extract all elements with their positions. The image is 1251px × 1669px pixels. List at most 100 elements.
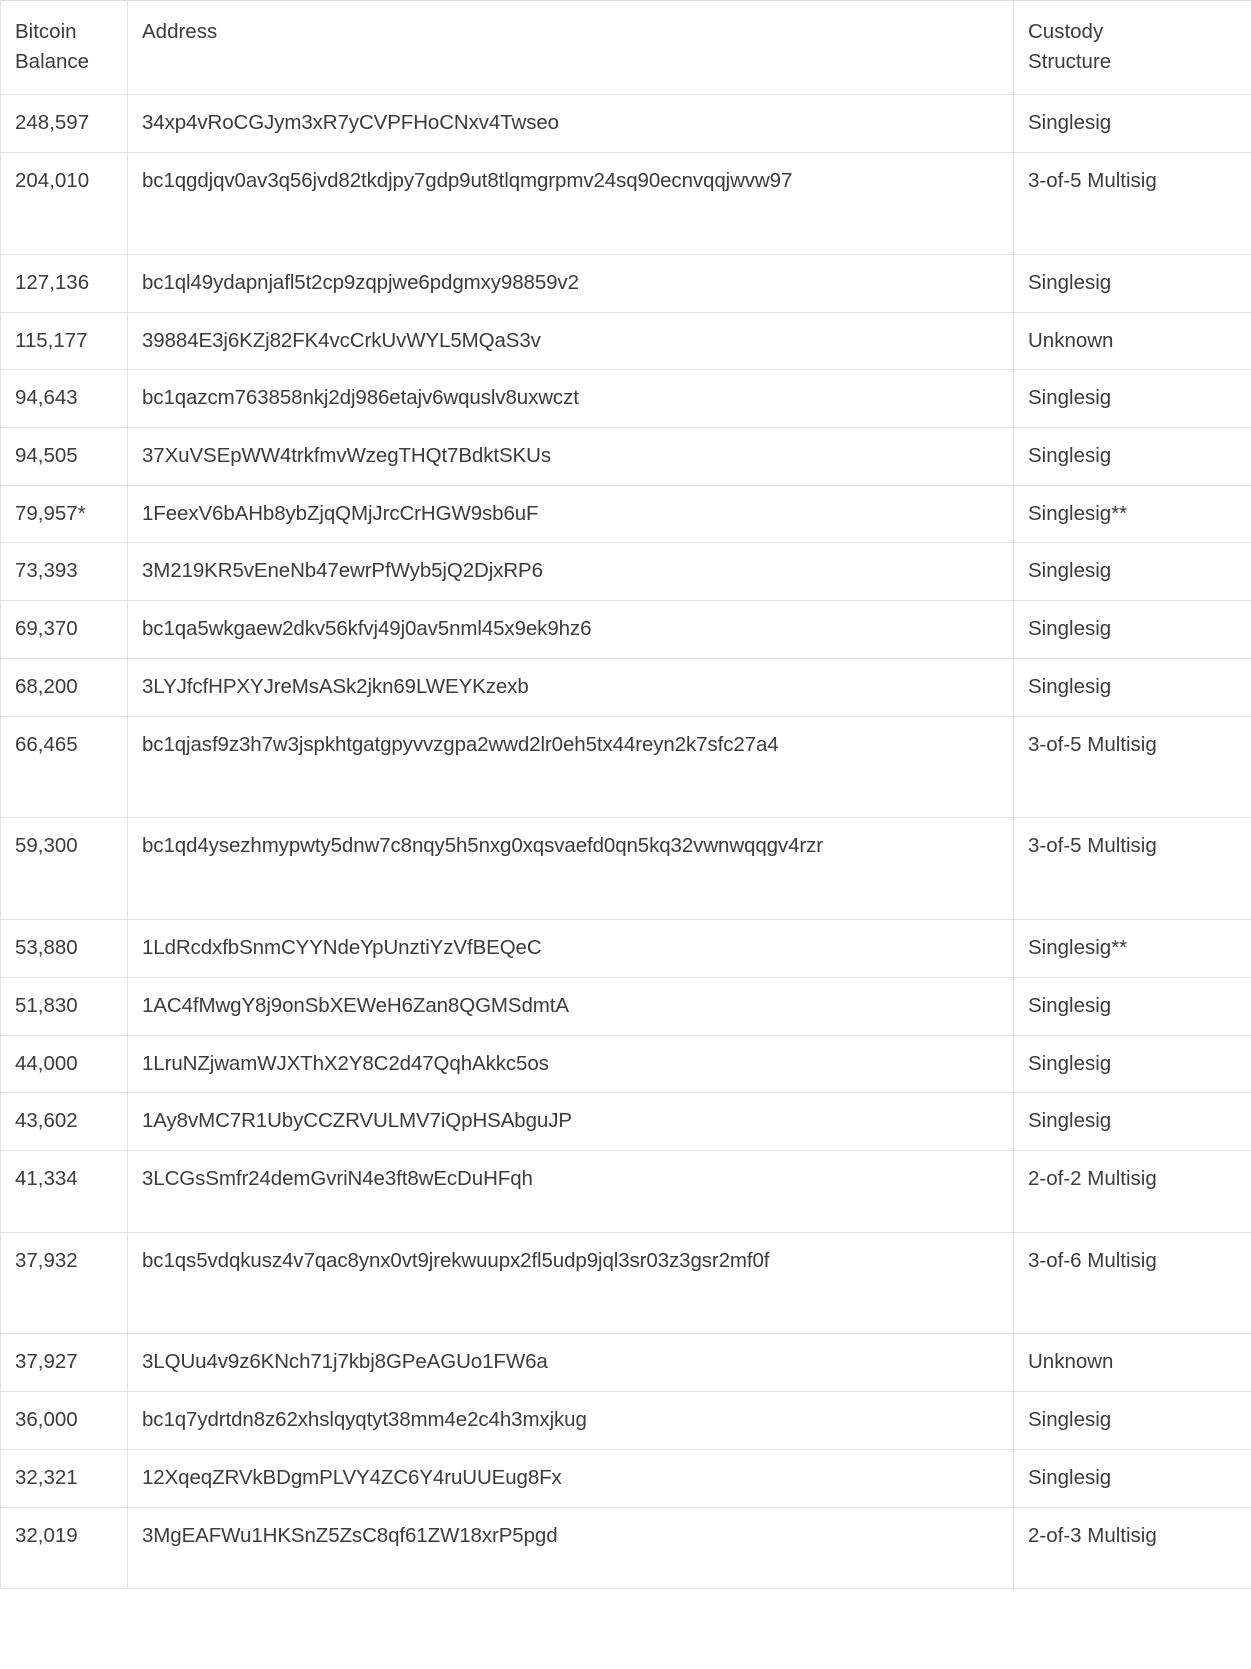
cell-custody-structure: 3-of-5 Multisig: [1014, 818, 1251, 920]
column-header-custody: Custody Structure: [1014, 1, 1251, 95]
cell-address: 3LYJfcfHPXYJreMsASk2jkn69LWEYKzexb: [128, 658, 1014, 716]
cell-address: 39884E3j6KZj82FK4vcCrkUvWYL5MQaS3v: [128, 312, 1014, 370]
cell-custody-structure: 3-of-5 Multisig: [1014, 716, 1251, 818]
cell-address: bc1qazcm763858nkj2dj986etajv6wquslv8uxwc…: [128, 370, 1014, 428]
cell-custody-structure: Singlesig: [1014, 95, 1251, 153]
cell-bitcoin-balance: 94,505: [1, 428, 128, 486]
table-row: 41,3343LCGsSmfr24demGvriN4e3ft8wEcDuHFqh…: [1, 1150, 1251, 1232]
cell-custody-structure: 2-of-2 Multisig: [1014, 1150, 1251, 1232]
cell-custody-structure: Singlesig: [1014, 254, 1251, 312]
table-body: 248,59734xp4vRoCGJym3xR7yCVPFHoCNxv4Twse…: [1, 95, 1251, 1589]
table-row: 73,3933M219KR5vEneNb47ewrPfWyb5jQ2DjxRP6…: [1, 543, 1251, 601]
cell-bitcoin-balance: 68,200: [1, 658, 128, 716]
cell-custody-structure: 3-of-6 Multisig: [1014, 1232, 1251, 1334]
column-header-custody-line2: Structure: [1028, 47, 1237, 77]
cell-bitcoin-balance: 69,370: [1, 601, 128, 659]
cell-bitcoin-balance: 43,602: [1, 1093, 128, 1151]
cell-custody-structure: Singlesig: [1014, 1093, 1251, 1151]
cell-address: bc1qd4ysezhmypwty5dnw7c8nqy5h5nxg0xqsvae…: [128, 818, 1014, 920]
bitcoin-holdings-table-container: Bitcoin Balance Address Custody Structur…: [0, 0, 1251, 1589]
table-header: Bitcoin Balance Address Custody Structur…: [1, 1, 1251, 95]
table-row: 66,465bc1qjasf9z3h7w3jspkhtgatgpyvvzgpa2…: [1, 716, 1251, 818]
cell-bitcoin-balance: 53,880: [1, 920, 128, 978]
column-header-balance-line2: Balance: [15, 47, 113, 77]
table-row: 51,8301AC4fMwgY8j9onSbXEWeH6Zan8QGMSdmtA…: [1, 977, 1251, 1035]
cell-bitcoin-balance: 248,597: [1, 95, 128, 153]
cell-address: bc1qgdjqv0av3q56jvd82tkdjpy7gdp9ut8tlqmg…: [128, 153, 1014, 255]
table-row: 248,59734xp4vRoCGJym3xR7yCVPFHoCNxv4Twse…: [1, 95, 1251, 153]
table-row: 79,957*1FeexV6bAHb8ybZjqQMjJrcCrHGW9sb6u…: [1, 485, 1251, 543]
cell-bitcoin-balance: 37,932: [1, 1232, 128, 1334]
bitcoin-holdings-table: Bitcoin Balance Address Custody Structur…: [0, 0, 1251, 1589]
table-row: 37,932bc1qs5vdqkusz4v7qac8ynx0vt9jrekwuu…: [1, 1232, 1251, 1334]
cell-address: 1Ay8vMC7R1UbyCCZRVULMV7iQpHSAbguJP: [128, 1093, 1014, 1151]
cell-bitcoin-balance: 37,927: [1, 1334, 128, 1392]
cell-address: 1AC4fMwgY8j9onSbXEWeH6Zan8QGMSdmtA: [128, 977, 1014, 1035]
cell-address: 3M219KR5vEneNb47ewrPfWyb5jQ2DjxRP6: [128, 543, 1014, 601]
cell-address: 1LdRcdxfbSnmCYYNdeYpUnztiYzVfBEQeC: [128, 920, 1014, 978]
cell-bitcoin-balance: 127,136: [1, 254, 128, 312]
cell-address: bc1qa5wkgaew2dkv56kfvj49j0av5nml45x9ek9h…: [128, 601, 1014, 659]
cell-bitcoin-balance: 204,010: [1, 153, 128, 255]
cell-address: bc1q7ydrtdn8z62xhslqyqtyt38mm4e2c4h3mxjk…: [128, 1392, 1014, 1450]
cell-custody-structure: Singlesig: [1014, 977, 1251, 1035]
column-header-custody-line1: Custody: [1028, 17, 1237, 47]
cell-address: bc1qs5vdqkusz4v7qac8ynx0vt9jrekwuupx2fl5…: [128, 1232, 1014, 1334]
cell-address: 37XuVSEpWW4trkfmvWzegTHQt7BdktSKUs: [128, 428, 1014, 486]
table-row: 115,17739884E3j6KZj82FK4vcCrkUvWYL5MQaS3…: [1, 312, 1251, 370]
column-header-balance-line1: Bitcoin: [15, 17, 113, 47]
cell-bitcoin-balance: 94,643: [1, 370, 128, 428]
cell-address: bc1ql49ydapnjafl5t2cp9zqpjwe6pdgmxy98859…: [128, 254, 1014, 312]
cell-custody-structure: 2-of-3 Multisig: [1014, 1507, 1251, 1589]
table-row: 69,370bc1qa5wkgaew2dkv56kfvj49j0av5nml45…: [1, 601, 1251, 659]
table-row: 59,300bc1qd4ysezhmypwty5dnw7c8nqy5h5nxg0…: [1, 818, 1251, 920]
table-row: 43,6021Ay8vMC7R1UbyCCZRVULMV7iQpHSAbguJP…: [1, 1093, 1251, 1151]
table-row: 127,136bc1ql49ydapnjafl5t2cp9zqpjwe6pdgm…: [1, 254, 1251, 312]
cell-custody-structure: Unknown: [1014, 312, 1251, 370]
cell-address: 3MgEAFWu1HKSnZ5ZsC8qf61ZW18xrP5pgd: [128, 1507, 1014, 1589]
column-header-balance: Bitcoin Balance: [1, 1, 128, 95]
cell-custody-structure: 3-of-5 Multisig: [1014, 153, 1251, 255]
cell-bitcoin-balance: 41,334: [1, 1150, 128, 1232]
table-row: 36,000bc1q7ydrtdn8z62xhslqyqtyt38mm4e2c4…: [1, 1392, 1251, 1450]
cell-bitcoin-balance: 44,000: [1, 1035, 128, 1093]
cell-custody-structure: Singlesig: [1014, 1035, 1251, 1093]
cell-bitcoin-balance: 36,000: [1, 1392, 128, 1450]
cell-bitcoin-balance: 51,830: [1, 977, 128, 1035]
cell-bitcoin-balance: 32,321: [1, 1449, 128, 1507]
table-row: 32,0193MgEAFWu1HKSnZ5ZsC8qf61ZW18xrP5pgd…: [1, 1507, 1251, 1589]
cell-address: 3LQUu4v9z6KNch71j7kbj8GPeAGUo1FW6a: [128, 1334, 1014, 1392]
cell-custody-structure: Singlesig: [1014, 543, 1251, 601]
table-row: 32,32112XqeqZRVkBDgmPLVY4ZC6Y4ruUUEug8Fx…: [1, 1449, 1251, 1507]
cell-custody-structure: Singlesig**: [1014, 485, 1251, 543]
cell-address: 12XqeqZRVkBDgmPLVY4ZC6Y4ruUUEug8Fx: [128, 1449, 1014, 1507]
cell-bitcoin-balance: 66,465: [1, 716, 128, 818]
cell-custody-structure: Unknown: [1014, 1334, 1251, 1392]
cell-bitcoin-balance: 32,019: [1, 1507, 128, 1589]
table-row: 94,50537XuVSEpWW4trkfmvWzegTHQt7BdktSKUs…: [1, 428, 1251, 486]
cell-bitcoin-balance: 73,393: [1, 543, 128, 601]
cell-custody-structure: Singlesig: [1014, 428, 1251, 486]
cell-address: 1FeexV6bAHb8ybZjqQMjJrcCrHGW9sb6uF: [128, 485, 1014, 543]
table-row: 68,2003LYJfcfHPXYJreMsASk2jkn69LWEYKzexb…: [1, 658, 1251, 716]
cell-bitcoin-balance: 115,177: [1, 312, 128, 370]
table-header-row: Bitcoin Balance Address Custody Structur…: [1, 1, 1251, 95]
table-row: 204,010bc1qgdjqv0av3q56jvd82tkdjpy7gdp9u…: [1, 153, 1251, 255]
cell-custody-structure: Singlesig: [1014, 370, 1251, 428]
cell-bitcoin-balance: 59,300: [1, 818, 128, 920]
cell-address: 3LCGsSmfr24demGvriN4e3ft8wEcDuHFqh: [128, 1150, 1014, 1232]
cell-custody-structure: Singlesig: [1014, 1449, 1251, 1507]
cell-address: 1LruNZjwamWJXThX2Y8C2d47QqhAkkc5os: [128, 1035, 1014, 1093]
column-header-address: Address: [128, 1, 1014, 95]
cell-bitcoin-balance: 79,957*: [1, 485, 128, 543]
cell-custody-structure: Singlesig: [1014, 1392, 1251, 1450]
table-row: 94,643bc1qazcm763858nkj2dj986etajv6wqusl…: [1, 370, 1251, 428]
cell-address: bc1qjasf9z3h7w3jspkhtgatgpyvvzgpa2wwd2lr…: [128, 716, 1014, 818]
table-row: 53,8801LdRcdxfbSnmCYYNdeYpUnztiYzVfBEQeC…: [1, 920, 1251, 978]
cell-custody-structure: Singlesig: [1014, 601, 1251, 659]
cell-custody-structure: Singlesig**: [1014, 920, 1251, 978]
cell-custody-structure: Singlesig: [1014, 658, 1251, 716]
cell-address: 34xp4vRoCGJym3xR7yCVPFHoCNxv4Twseo: [128, 95, 1014, 153]
table-row: 37,9273LQUu4v9z6KNch71j7kbj8GPeAGUo1FW6a…: [1, 1334, 1251, 1392]
table-row: 44,0001LruNZjwamWJXThX2Y8C2d47QqhAkkc5os…: [1, 1035, 1251, 1093]
